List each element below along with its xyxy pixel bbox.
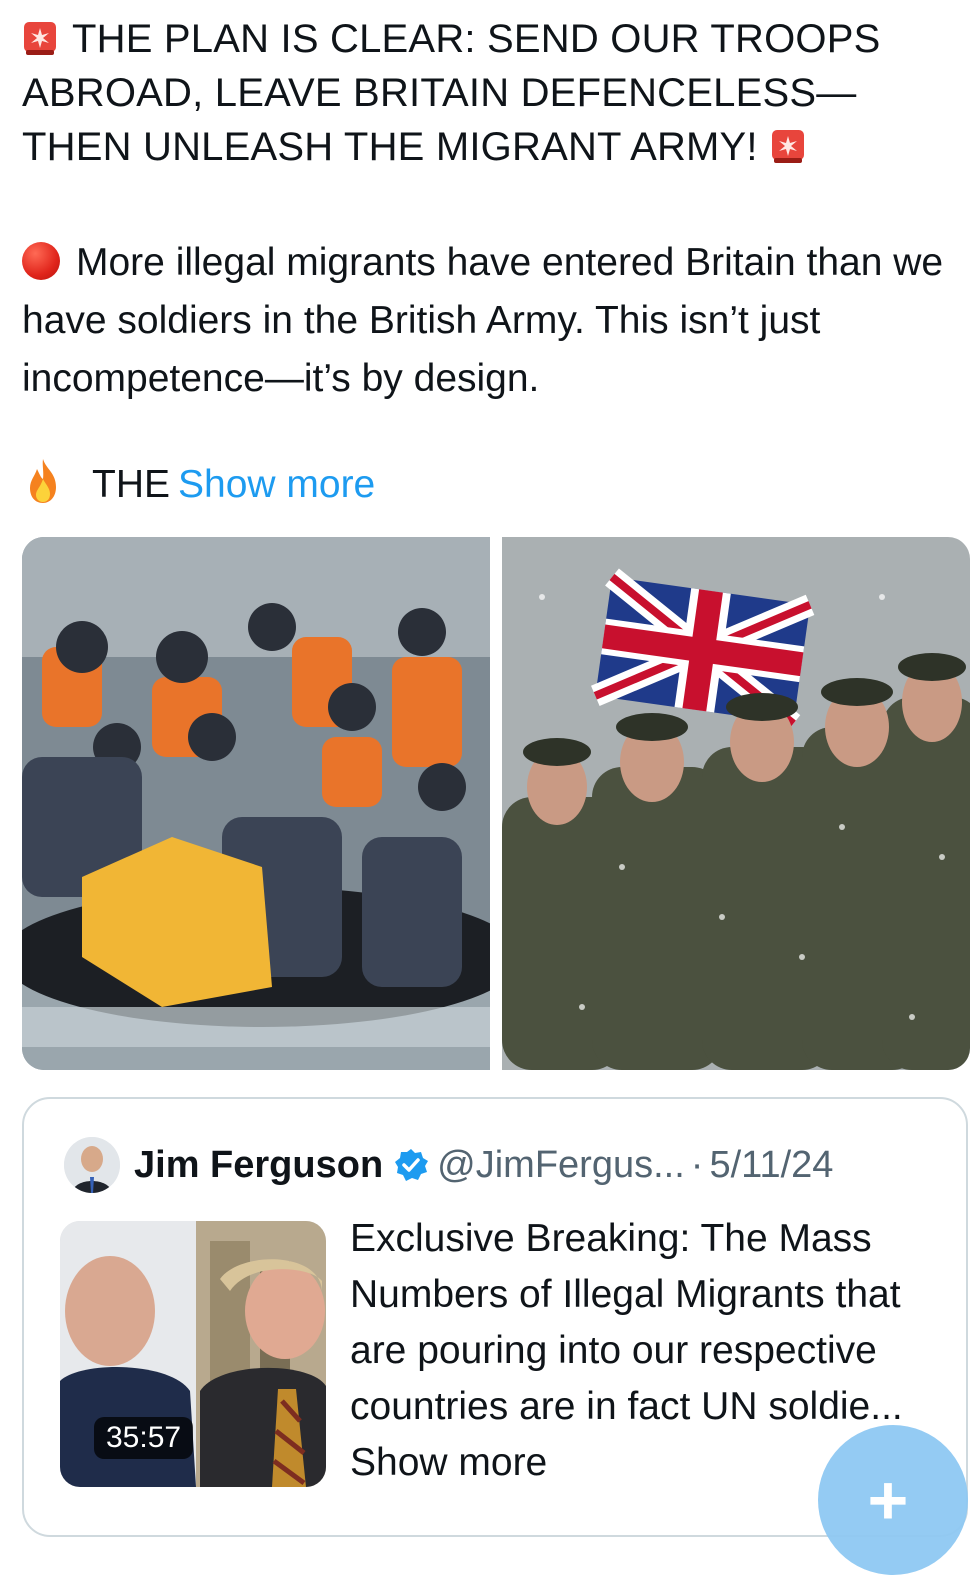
siren-icon	[771, 130, 804, 163]
video-duration-badge: 35:57	[94, 1417, 194, 1459]
post-media-grid[interactable]	[22, 537, 970, 1070]
fire-icon	[30, 459, 56, 503]
avatar[interactable]	[64, 1137, 120, 1193]
dot-separator: ·	[690, 1143, 704, 1186]
quoted-author-handle[interactable]: @JimFergus...	[437, 1144, 685, 1187]
quoted-show-more-link[interactable]: Show more	[350, 1441, 547, 1484]
migrant-boat-photo[interactable]	[22, 537, 490, 1070]
siren-icon	[24, 22, 56, 55]
show-more-link[interactable]: Show more	[178, 463, 375, 506]
post-body-text: More illegal migrants have entered Brita…	[22, 241, 944, 400]
compose-plus-icon[interactable]: +	[818, 1425, 968, 1575]
quoted-tweet-header: Jim Ferguson @JimFergus... · 5/11/24	[64, 1135, 833, 1195]
headline-text: THE PLAN IS CLEAR: SEND OUR TROOPS ABROA…	[22, 17, 881, 169]
quoted-date[interactable]: 5/11/24	[709, 1144, 833, 1187]
verified-badge-icon	[395, 1149, 429, 1181]
teaser-text: THE	[92, 463, 170, 506]
british-soldiers-photo[interactable]	[502, 537, 970, 1070]
post-teaser: THE Show more	[22, 456, 375, 514]
quoted-author-name[interactable]: Jim Ferguson	[134, 1144, 383, 1187]
video-thumbnail[interactable]: 35:57	[60, 1221, 326, 1487]
red-circle-icon	[22, 242, 60, 280]
post-headline: THE PLAN IS CLEAR: SEND OUR TROOPS ABROA…	[22, 12, 952, 174]
quoted-text-body: Exclusive Breaking: The Mass Numbers of …	[350, 1217, 903, 1428]
post-body: More illegal migrants have entered Brita…	[22, 234, 952, 408]
